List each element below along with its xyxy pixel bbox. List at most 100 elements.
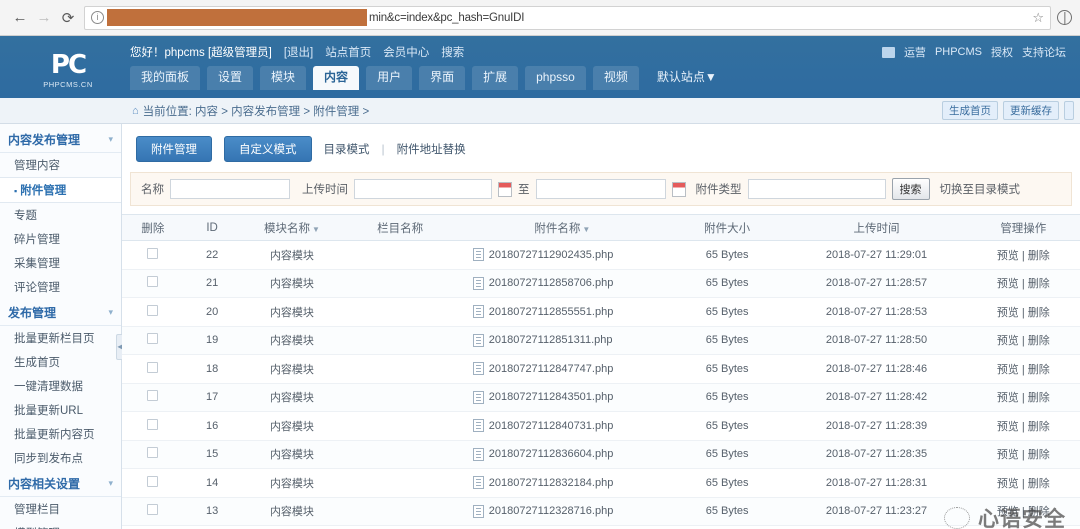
forward-arrow-icon[interactable]: →	[32, 6, 56, 30]
tab-settings[interactable]: 设置	[207, 66, 254, 90]
row-filename[interactable]: 20180727112836604.php	[456, 440, 668, 469]
logout-link[interactable]: [退出]	[284, 44, 313, 60]
row-filename[interactable]: 20180727112855551.php	[456, 297, 668, 327]
reload-icon[interactable]: ⟳	[56, 6, 80, 30]
sidebar-item-attachment-manage[interactable]: 附件管理	[0, 177, 121, 203]
th-module-name[interactable]: 模块名称 ▼	[240, 214, 344, 241]
tab-my-panel[interactable]: 我的面板	[130, 66, 201, 90]
sidebar-group-content-publish[interactable]: 内容发布管理 ▾	[0, 126, 121, 153]
row-filename[interactable]: 20180727112858706.php	[456, 269, 668, 298]
back-arrow-icon[interactable]: ←	[8, 6, 32, 30]
site-info-icon[interactable]: i	[91, 11, 104, 24]
row-operations[interactable]: 预览 | 删除	[966, 240, 1080, 270]
attachment-manage-button[interactable]: 附件管理	[136, 136, 212, 162]
refresh-cache-button[interactable]: 更新缓存	[1003, 101, 1059, 120]
row-checkbox-cell[interactable]	[122, 326, 184, 355]
row-filename[interactable]: 20180727112328716.php	[456, 497, 668, 526]
member-center-link[interactable]: 会员中心	[383, 44, 429, 60]
row-checkbox-cell[interactable]	[122, 497, 184, 526]
phpcms-link[interactable]: PHPCMS	[935, 46, 982, 58]
tab-phpsso[interactable]: phpsso	[525, 66, 586, 90]
row-checkbox-cell[interactable]	[122, 383, 184, 412]
time-from-input[interactable]	[354, 179, 492, 199]
row-checkbox-cell[interactable]	[122, 440, 184, 469]
row-filename[interactable]: 20180727112843501.php	[456, 383, 668, 412]
delete-link[interactable]: 删除	[1028, 250, 1050, 262]
attachment-url-replace-link[interactable]: 附件地址替换	[397, 141, 466, 157]
calendar-icon[interactable]	[498, 181, 512, 197]
sidebar-item-manage-content[interactable]: 管理内容	[0, 153, 121, 177]
row-filename[interactable]: 20180727112851311.php	[456, 326, 668, 355]
operations-link[interactable]: 运营	[904, 44, 926, 60]
th-attachment-name[interactable]: 附件名称 ▼	[456, 214, 668, 241]
delete-checkbox[interactable]	[147, 447, 159, 459]
row-operations[interactable]: 预览 | 删除	[966, 269, 1080, 298]
th-category-name[interactable]: 栏目名称	[343, 214, 457, 241]
preview-link[interactable]: 预览	[997, 307, 1019, 319]
row-checkbox-cell[interactable]	[122, 240, 184, 270]
delete-checkbox[interactable]	[147, 247, 159, 259]
license-link[interactable]: 授权	[991, 44, 1013, 60]
bookmark-star-icon[interactable]: ☆	[1032, 10, 1044, 26]
delete-link[interactable]: 删除	[1028, 278, 1050, 290]
delete-link[interactable]: 删除	[1028, 307, 1050, 319]
delete-checkbox[interactable]	[147, 390, 159, 402]
directory-mode-link[interactable]: 目录模式	[324, 141, 370, 157]
search-link[interactable]: 搜索	[441, 44, 464, 60]
preview-link[interactable]: 预览	[997, 392, 1019, 404]
delete-checkbox[interactable]	[147, 276, 159, 288]
time-to-input[interactable]	[535, 179, 666, 199]
preview-link[interactable]: 预览	[997, 421, 1019, 433]
row-checkbox-cell[interactable]	[122, 411, 184, 441]
row-checkbox-cell[interactable]	[122, 468, 184, 498]
delete-checkbox[interactable]	[147, 504, 159, 516]
preview-link[interactable]: 预览	[997, 364, 1019, 376]
row-checkbox-cell[interactable]	[122, 269, 184, 298]
address-bar[interactable]: i min&c=index&pc_hash=GnuIDI ☆	[84, 5, 1051, 30]
row-checkbox-cell[interactable]	[122, 354, 184, 384]
row-operations[interactable]: 预览 | 删除	[966, 440, 1080, 469]
delete-link[interactable]: 删除	[1028, 421, 1050, 433]
th-delete[interactable]: 删除	[122, 214, 184, 241]
site-home-link[interactable]: 站点首页	[325, 44, 371, 60]
row-filename[interactable]: 20180727112832184.php	[456, 468, 668, 498]
support-forum-link[interactable]: 支持论坛	[1022, 44, 1066, 60]
row-checkbox-cell[interactable]	[122, 297, 184, 327]
name-input[interactable]	[170, 179, 290, 199]
sidebar-item-fragment-manage[interactable]: 碎片管理	[0, 227, 121, 251]
attachment-type-input[interactable]	[747, 179, 886, 199]
sidebar-item-batch-update-category[interactable]: 批量更新栏目页	[0, 326, 121, 350]
row-filename[interactable]: 20180727112847747.php	[456, 354, 668, 384]
preview-link[interactable]: 预览	[997, 449, 1019, 461]
custom-mode-button[interactable]: 自定义模式	[224, 136, 312, 162]
tab-interface[interactable]: 界面	[419, 66, 466, 90]
site-selector-dropdown[interactable]: 默认站点▼	[646, 66, 728, 90]
sidebar-item-collection-manage[interactable]: 采集管理	[0, 251, 121, 275]
preview-link[interactable]: 预览	[997, 478, 1019, 490]
sidebar-item-comment-manage[interactable]: 评论管理	[0, 275, 121, 299]
tab-users[interactable]: 用户	[366, 66, 413, 90]
delete-checkbox[interactable]	[147, 361, 159, 373]
row-operations[interactable]: 预览 | 删除	[966, 468, 1080, 498]
delete-checkbox[interactable]	[147, 333, 159, 345]
search-button[interactable]: 搜索	[891, 178, 930, 200]
preview-link[interactable]: 预览	[997, 250, 1019, 262]
delete-link[interactable]: 删除	[1028, 364, 1050, 376]
row-operations[interactable]: 预览 | 删除	[966, 411, 1080, 441]
sidebar-item-batch-update-url[interactable]: 批量更新URL	[0, 398, 121, 422]
delete-link[interactable]: 删除	[1028, 478, 1050, 490]
row-filename[interactable]: 20180727112902435.php	[456, 240, 668, 270]
sidebar-item-sync-publish-point[interactable]: 同步到发布点	[0, 446, 121, 470]
sidebar-item-batch-update-content[interactable]: 批量更新内容页	[0, 422, 121, 446]
more-actions-button[interactable]	[1064, 101, 1074, 120]
sidebar-group-content-settings[interactable]: 内容相关设置 ▾	[0, 470, 121, 497]
delete-checkbox[interactable]	[147, 304, 159, 316]
row-filename[interactable]: 20180727112840731.php	[456, 411, 668, 441]
delete-link[interactable]: 删除	[1028, 392, 1050, 404]
row-operations[interactable]: 预览 | 删除	[966, 383, 1080, 412]
tab-video[interactable]: 视频	[592, 66, 639, 90]
sidebar-group-publish[interactable]: 发布管理 ▾	[0, 299, 121, 326]
th-id[interactable]: ID	[183, 214, 241, 241]
row-operations[interactable]: 预览 | 删除	[966, 354, 1080, 384]
sidebar-item-clean-data[interactable]: 一键清理数据	[0, 374, 121, 398]
